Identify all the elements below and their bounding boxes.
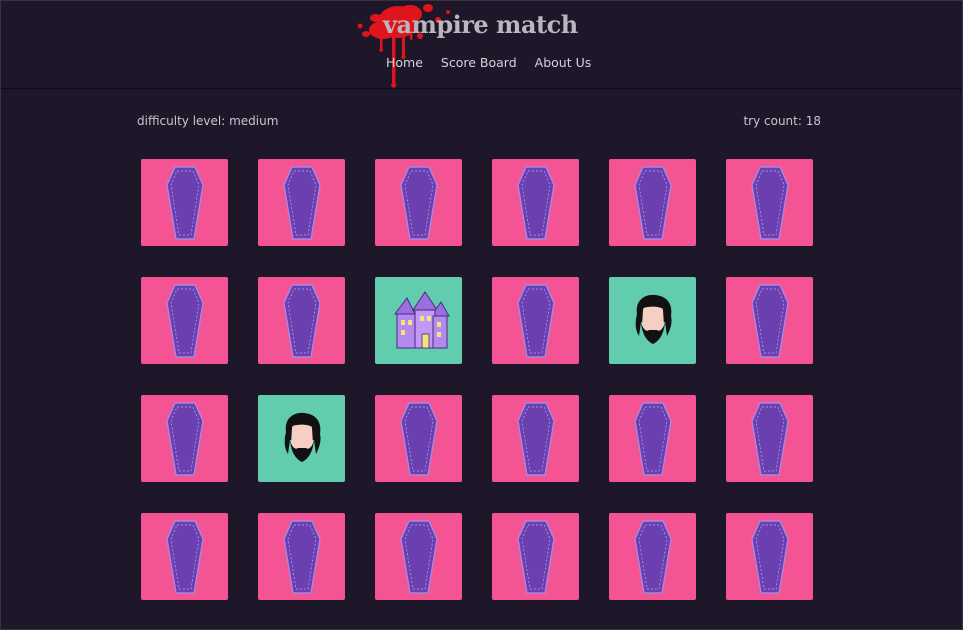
coffin-icon [399,519,439,595]
card-revealed[interactable] [375,277,462,364]
coffin-icon [516,519,556,595]
nav-home-link[interactable]: Home [386,55,423,70]
coffin-icon [165,519,205,595]
card-hidden[interactable] [726,513,813,600]
card-hidden[interactable] [609,159,696,246]
card-revealed[interactable] [258,395,345,482]
coffin-icon [399,165,439,241]
nav-about-us-link[interactable]: About Us [535,55,592,70]
coffin-icon [165,401,205,477]
game-board [141,159,817,600]
bearded-vampire-icon [629,292,677,350]
coffin-icon [282,283,322,359]
coffin-icon [282,165,322,241]
card-hidden[interactable] [141,395,228,482]
card-hidden[interactable] [258,277,345,364]
site-title: vampire match [383,10,578,39]
card-revealed[interactable] [609,277,696,364]
card-hidden[interactable] [609,395,696,482]
coffin-icon [750,519,790,595]
coffin-icon [282,519,322,595]
coffin-icon [750,283,790,359]
haunted-house-icon [385,290,453,352]
card-hidden[interactable] [492,513,579,600]
coffin-icon [516,283,556,359]
coffin-icon [633,401,673,477]
try-count-label: try count: 18 [743,114,821,128]
card-hidden[interactable] [726,159,813,246]
coffin-icon [750,401,790,477]
card-hidden[interactable] [492,159,579,246]
nav-score-board-link[interactable]: Score Board [441,55,517,70]
card-hidden[interactable] [609,513,696,600]
coffin-icon [516,165,556,241]
card-hidden[interactable] [726,395,813,482]
card-hidden[interactable] [141,513,228,600]
card-hidden[interactable] [492,277,579,364]
card-hidden[interactable] [375,513,462,600]
main-nav: Home Score Board About Us [386,55,591,70]
site-header: vampire match Home Score Board About Us [0,0,963,89]
bearded-vampire-icon [278,410,326,468]
card-hidden[interactable] [375,395,462,482]
coffin-icon [750,165,790,241]
card-hidden[interactable] [375,159,462,246]
coffin-icon [399,401,439,477]
difficulty-level-label: difficulty level: medium [137,114,279,128]
card-hidden[interactable] [258,513,345,600]
coffin-icon [633,519,673,595]
card-hidden[interactable] [141,277,228,364]
coffin-icon [516,401,556,477]
coffin-icon [165,283,205,359]
card-hidden[interactable] [141,159,228,246]
coffin-icon [165,165,205,241]
card-hidden[interactable] [726,277,813,364]
card-hidden[interactable] [258,159,345,246]
card-hidden[interactable] [492,395,579,482]
coffin-icon [633,165,673,241]
